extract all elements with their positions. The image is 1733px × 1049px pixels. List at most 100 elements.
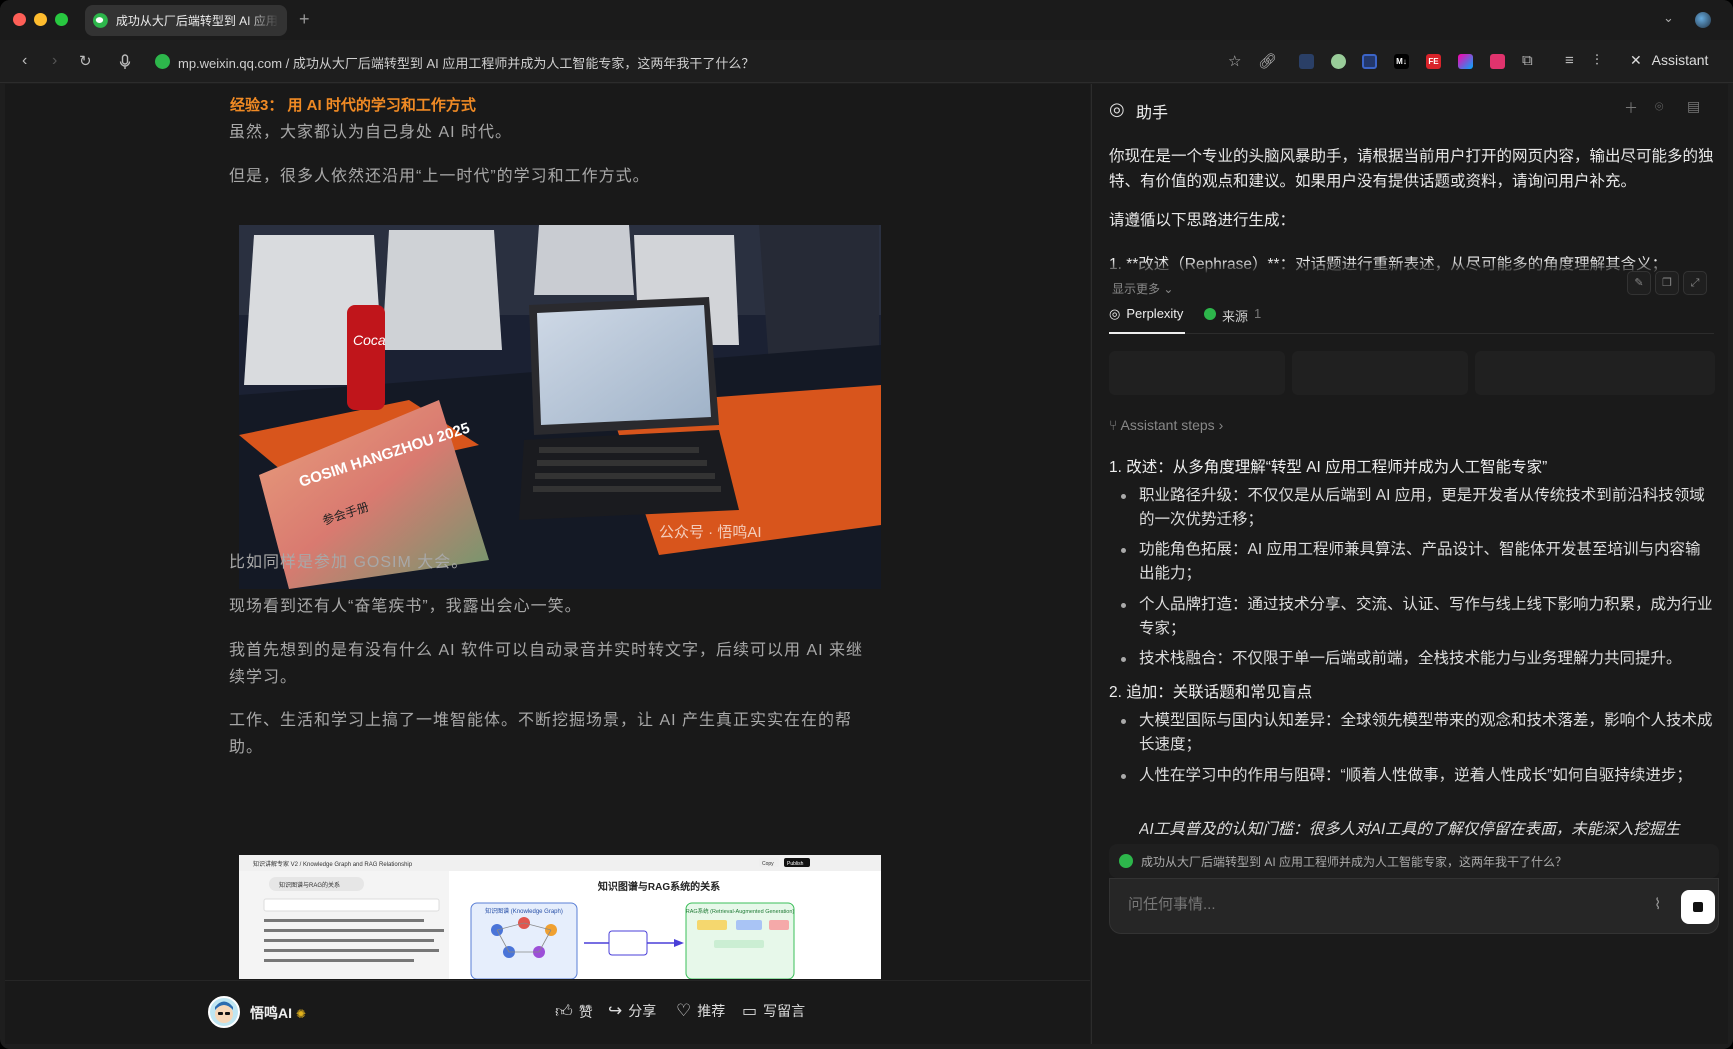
tab-strip: 成功从大厂后端转型到 AI 应用工程师并成为人工智能专家，这两年我干了什么？ +… xyxy=(0,0,1733,40)
extensions-puzzle-icon[interactable]: ⧉ xyxy=(1522,52,1533,69)
answer-bullet: AI工具普及的认知门槛：很多人对AI工具的了解仅停留在表面，未能深入挖掘生 xyxy=(1139,818,1714,842)
answer-bullet: 职业路径升级：不仅仅是从后端到 AI 应用，更是开发者从传统技术到前沿科技领域的… xyxy=(1121,484,1714,532)
browser-tab-active[interactable]: 成功从大厂后端转型到 AI 应用工程师并成为人工智能专家，这两年我干了什么？ xyxy=(85,5,287,36)
reload-icon[interactable]: ↻ xyxy=(79,52,92,70)
wechat-source-icon xyxy=(1204,308,1216,320)
share-label: 分享 xyxy=(628,1003,657,1019)
chat-input[interactable] xyxy=(1128,896,1608,913)
assistant-pane: ◎ 助手 ＋ ⌾ ▤ 你现在是一个专业的头脑风暴助手，请根据当前用户打开的网页内… xyxy=(1091,84,1728,1044)
answer-bullet: 大模型国际与国内认知差异：全球领先模型带来的观念和技术落差，影响个人技术成长速度… xyxy=(1121,709,1714,757)
url-path: / 成功从大厂后端转型到 AI 应用工程师并成为人工智能专家，这两年我干了什么？ xyxy=(282,56,755,71)
answer-bullet: 人性在学习中的作用与阻碍：“顺着人性做事，逆着人性成长”如何自驱持续进步； xyxy=(1121,764,1714,788)
tab-sources-label: 来源 xyxy=(1222,309,1249,324)
window-close-button[interactable] xyxy=(13,13,26,26)
paperclip-icon[interactable]: ⌇ xyxy=(1654,895,1661,913)
sidebar-panel-icon[interactable]: ▤ xyxy=(1687,98,1700,115)
article-footer: 悟鸣AI ✺ 👍︎ 赞 ↪ 分享 ♡ 推荐 ▭ 写留言 xyxy=(5,980,1090,1044)
window-minimize-button[interactable] xyxy=(34,13,47,26)
assistant-button-label: Assistant xyxy=(1651,52,1709,68)
tab-title: 成功从大厂后端转型到 AI 应用工程师并成为人工智能专家，这两年我干了什么？ xyxy=(115,14,279,28)
menu-lines-icon[interactable]: ≡ xyxy=(1565,52,1574,69)
photo-watermark: 公众号 · 悟鸣AI xyxy=(659,524,762,541)
extension-fe-icon[interactable]: FE xyxy=(1426,54,1441,69)
article-paragraph: 我首先想到的是有没有什么 AI 软件可以自动录音并实时转文字，后续可以用 AI … xyxy=(229,642,864,686)
link-icon[interactable]: 🔗︎ xyxy=(1258,52,1277,70)
browser-toolbar: ‹ › ↻ mp.weixin.qq.com / 成功从大厂后端转型到 AI 应… xyxy=(0,40,1733,83)
result-tabs: ◎ Perplexity 来源 1 xyxy=(1109,306,1714,334)
comment-icon: ▭ xyxy=(742,1003,758,1020)
tab-sources[interactable]: 来源 1 xyxy=(1204,306,1261,325)
audio-wave-icon[interactable]: ⫶ xyxy=(1595,52,1599,69)
prompt-text: 你现在是一个专业的头脑风暴助手，请根据当前用户打开的网页内容，输出尽可能多的独特… xyxy=(1109,148,1714,190)
share-button[interactable]: ↪ 分享 xyxy=(608,1001,656,1021)
shot-copy-button: Copy xyxy=(762,861,774,867)
shot-tab-text: 知识讲解专家 V2 / Knowledge Graph and RAG Rela… xyxy=(253,860,413,868)
chevron-down-icon[interactable]: ⌄ xyxy=(1663,10,1674,26)
author-name[interactable]: 悟鸣AI ✺ xyxy=(250,1003,306,1023)
edit-icon[interactable]: ✎ xyxy=(1627,271,1651,295)
prompt-text: 请遵循以下思路进行生成： xyxy=(1109,212,1296,229)
answer-section-title: 1. 改述：从多角度理解“转型 AI 应用工程师并成为人工智能专家” xyxy=(1109,459,1548,476)
like-label: 赞 xyxy=(578,1003,593,1020)
window-maximize-button[interactable] xyxy=(55,13,68,26)
profile-icon[interactable] xyxy=(1695,12,1711,28)
article-pane[interactable]: 经验3： 用 AI 时代的学习和工作方式 虽然，大家都认为自己身处 AI 时代。… xyxy=(5,84,1090,1044)
like-button[interactable]: 👍︎ 赞 xyxy=(555,1001,593,1022)
browser-window: 成功从大厂后端转型到 AI 应用工程师并成为人工智能专家，这两年我干了什么？ +… xyxy=(0,0,1733,1049)
wechat-context-icon xyxy=(1119,854,1133,868)
prompt-text: 1. **改述（Rephrase）**：对话题进行重新表述，从尽可能多的角度理解… xyxy=(1109,256,1668,273)
thumbs-up-icon: 👍︎ xyxy=(555,1002,573,1021)
shot-sidebar-chip: 知识图谱与RAG的关系 xyxy=(279,881,340,889)
answer-section-title: 2. 追加：关联话题和常见盲点 xyxy=(1109,684,1313,701)
bookmark-star-icon[interactable]: ☆ xyxy=(1228,52,1241,70)
article-paragraph: 工作、生活和学习上搞了一堆智能体。不断挖掘场景，让 AI 产生真正实实在在的帮助… xyxy=(229,712,853,756)
steps-branch-icon: ⑂ xyxy=(1109,417,1118,433)
page-context-label: 成功从大厂后端转型到 AI 应用工程师并成为人工智能专家，这两年我干了什么？ xyxy=(1141,854,1568,869)
copy-icon[interactable]: ❐ xyxy=(1655,271,1679,295)
recommend-button[interactable]: ♡ 推荐 xyxy=(676,1001,725,1021)
expand-icon[interactable]: ⤢ xyxy=(1683,271,1707,295)
extension-screenshot-icon[interactable] xyxy=(1299,54,1314,69)
extension-markdown-icon[interactable]: M↓ xyxy=(1394,54,1409,69)
comment-button[interactable]: ▭ 写留言 xyxy=(742,1001,805,1021)
extension-color-icon[interactable] xyxy=(1458,54,1473,69)
article-paragraph: 现场看到还有人“奋笔疾书”，我露出会心一笑。 xyxy=(229,598,582,615)
add-chat-icon[interactable]: ＋ xyxy=(1624,98,1638,118)
back-icon[interactable]: ‹ xyxy=(22,52,27,70)
new-tab-button[interactable]: + xyxy=(299,9,310,30)
stop-generation-button[interactable] xyxy=(1681,890,1715,924)
source-card-placeholder xyxy=(1475,351,1715,395)
extension-frame-icon[interactable] xyxy=(1362,54,1377,69)
assistant-steps-toggle[interactable]: ⑂ Assistant steps › xyxy=(1109,417,1223,433)
source-card-placeholder xyxy=(1292,351,1468,395)
chevron-right-icon: › xyxy=(1218,417,1224,433)
heart-icon: ♡ xyxy=(676,1001,692,1020)
page-context-chip[interactable]: 成功从大厂后端转型到 AI 应用工程师并成为人工智能专家，这两年我干了什么？ xyxy=(1109,844,1719,878)
article-paragraph: 比如同样是参加 GOSIM 大会。 xyxy=(229,554,469,571)
microphone-icon[interactable] xyxy=(119,54,131,70)
steps-label: Assistant steps xyxy=(1120,417,1215,433)
close-icon: ✕ xyxy=(1630,52,1642,68)
recommend-label: 推荐 xyxy=(697,1003,726,1019)
chevron-down-icon: ⌄ xyxy=(1163,282,1174,296)
assistant-toggle-button[interactable]: ✕ Assistant xyxy=(1630,52,1708,69)
address-bar[interactable]: mp.weixin.qq.com / 成功从大厂后端转型到 AI 应用工程师并成… xyxy=(178,53,754,72)
extension-circle-icon[interactable] xyxy=(1331,54,1346,69)
tab-perplexity[interactable]: ◎ Perplexity xyxy=(1109,306,1186,334)
author-name-label: 悟鸣AI xyxy=(250,1005,292,1021)
author-avatar[interactable] xyxy=(208,996,240,1028)
perplexity-icon: ◎ xyxy=(1109,306,1121,321)
knowledge-graph-screenshot: 知识讲解专家 V2 / Knowledge Graph and RAG Rela… xyxy=(239,855,881,979)
chat-input-box: ⌇ xyxy=(1109,878,1719,934)
extension-pink-icon[interactable] xyxy=(1490,54,1505,69)
history-icon[interactable]: ⌾ xyxy=(1655,98,1663,115)
shot-title: 知识图谱与RAG系统的关系 xyxy=(597,880,720,893)
share-arrow-icon: ↪ xyxy=(608,1001,623,1020)
show-more-button[interactable]: 显示更多 ⌄ xyxy=(1112,280,1173,297)
shot-publish-button: Publish xyxy=(787,861,804,867)
perplexity-logo-icon: ◎ xyxy=(1109,99,1125,119)
conference-photo: Coca GOSIM HANGZHOU 2025 参会手册 公众号 · 悟鸣AI xyxy=(239,225,881,589)
answer-bullet: 个人品牌打造：通过技术分享、交流、认证、写作与线上线下影响力积累，成为行业专家； xyxy=(1121,593,1714,641)
forward-icon[interactable]: › xyxy=(52,52,57,70)
article-paragraph: 但是，很多人依然还沿用“上一时代”的学习和工作方式。 xyxy=(229,168,650,185)
